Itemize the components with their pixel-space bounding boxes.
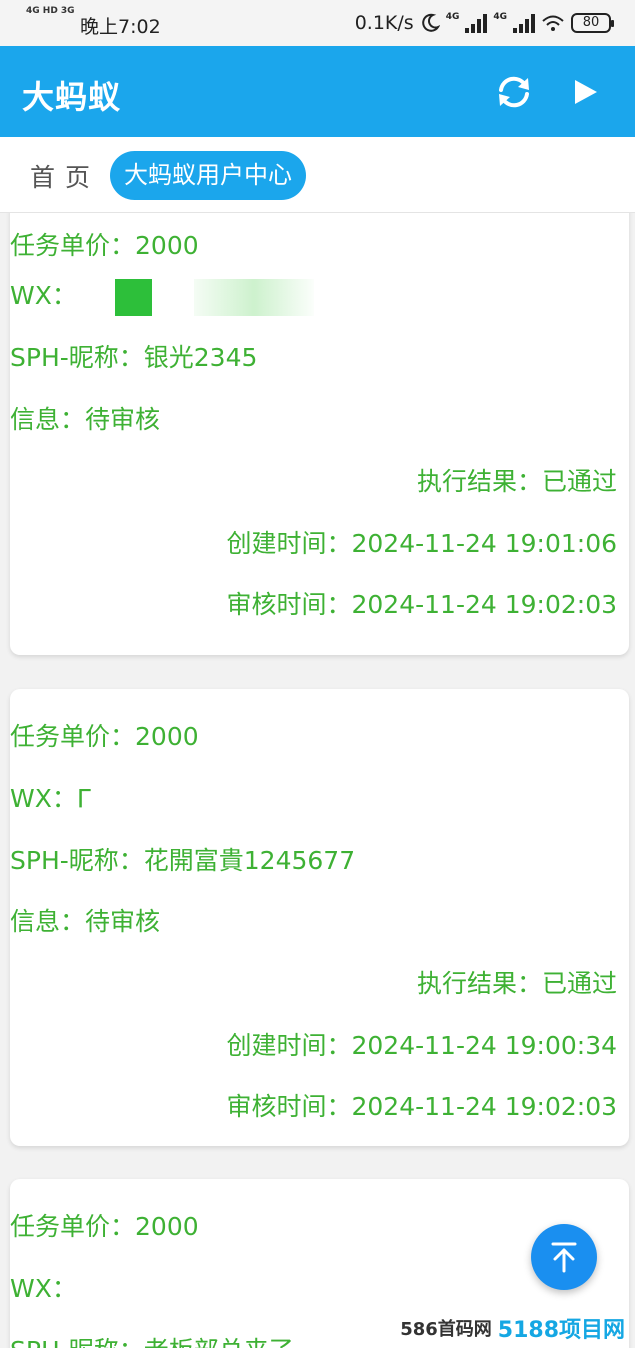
reviewed-row: 审核时间：2024-11-24 19:02:03 (226, 1087, 617, 1123)
info-row: 信息：待审核 (10, 902, 160, 938)
wx-row: WX：Γ (10, 779, 91, 815)
nickname-row: SPH-昵称：银光2345 (10, 338, 257, 374)
net-type-2: 4G (493, 12, 507, 22)
nickname-label: SPH-昵称： (10, 343, 144, 372)
price-label: 任务单价： (10, 1212, 136, 1241)
refresh-icon[interactable] (494, 72, 534, 112)
price-label: 任务单价： (10, 722, 136, 751)
signal-bars-1-icon (465, 13, 488, 33)
created-row: 创建时间：2024-11-24 19:01:06 (226, 524, 617, 560)
record-list[interactable]: 任务单价：2000 WX： SPH-昵称：银光2345 信息：待审核 执行结果：… (0, 213, 635, 1348)
result-row: 执行结果：已通过 (417, 462, 617, 498)
app-title: 大蚂蚁 (22, 78, 122, 116)
app-bar: 大蚂蚁 (0, 46, 635, 137)
wx-label: WX： (10, 1274, 77, 1303)
tab-bar: 首页 大蚂蚁用户中心 (0, 137, 635, 213)
status-right: 0.1K/s 4G 4G 80 (354, 12, 614, 34)
nickname-label: SPH-昵称： (10, 1336, 144, 1348)
watermark-small: 586首码网 (400, 1319, 492, 1340)
nickname-row: SPH-昵称：老板部总来了 (10, 1331, 294, 1348)
result-value: 已通过 (541, 969, 617, 998)
wx-label: WX： (10, 281, 77, 310)
info-row: 信息：待审核 (10, 400, 160, 436)
tab-home[interactable]: 首页 (30, 158, 100, 194)
result-label: 执行结果： (416, 969, 542, 998)
signal-small-text: 4G HD 3G (26, 6, 75, 16)
wx-row: WX： (10, 276, 314, 316)
status-time: 晚上7:02 (80, 16, 161, 38)
network-speed: 0.1K/s (354, 12, 414, 34)
tab-user-center[interactable]: 大蚂蚁用户中心 (110, 151, 306, 200)
watermark-big: 5188项目网 (497, 1318, 625, 1343)
info-label: 信息： (10, 907, 86, 936)
record-card: 任务单价：2000 WX：Γ SPH-昵称：花開富貴1245677 信息：待审核… (10, 689, 629, 1146)
watermark: 586首码网 5188项目网 (396, 1310, 629, 1346)
created-value: 2024-11-24 19:01:06 (351, 529, 617, 558)
price-value: 2000 (135, 231, 199, 260)
nickname-label: SPH-昵称： (10, 846, 144, 875)
record-card: 任务单价：2000 WX： SPH-昵称：银光2345 信息：待审核 执行结果：… (10, 213, 629, 655)
wx-label: WX： (10, 784, 77, 813)
nickname-row: SPH-昵称：花開富貴1245677 (10, 841, 355, 877)
created-value: 2024-11-24 19:00:34 (351, 1031, 617, 1060)
created-label: 创建时间： (226, 529, 352, 558)
wx-redacted-block (114, 278, 152, 316)
wx-redacted-blur (193, 278, 314, 316)
play-icon[interactable] (570, 76, 600, 108)
reviewed-label: 审核时间： (226, 590, 352, 619)
price-row: 任务单价：2000 (10, 717, 199, 753)
nickname-value: 老板部总来了 (144, 1336, 294, 1348)
info-value: 待审核 (85, 405, 161, 434)
result-row: 执行结果：已通过 (417, 964, 617, 1000)
signal-bars-2-icon (513, 13, 535, 33)
info-label: 信息： (10, 405, 86, 434)
price-value: 2000 (135, 722, 199, 751)
price-row: 任务单价：2000 (10, 226, 199, 262)
moon-icon (421, 13, 440, 32)
wx-value: Γ (76, 784, 91, 813)
result-value: 已通过 (541, 467, 617, 496)
signal-indicator: 4G HD 3G (26, 6, 75, 16)
wifi-icon (542, 15, 564, 31)
price-label: 任务单价： (10, 231, 136, 260)
net-type-1: 4G (445, 12, 460, 22)
reviewed-value: 2024-11-24 19:02:03 (351, 590, 617, 619)
scroll-top-button[interactable] (531, 1224, 597, 1290)
info-value: 待审核 (85, 907, 161, 936)
reviewed-value: 2024-11-24 19:02:03 (351, 1092, 617, 1121)
wx-row: WX： (10, 1269, 77, 1305)
nickname-value: 银光2345 (143, 343, 258, 372)
reviewed-label: 审核时间： (226, 1092, 352, 1121)
arrow-up-icon (551, 1242, 577, 1273)
battery-icon: 80 (571, 13, 614, 33)
nickname-value: 花開富貴1245677 (143, 846, 356, 875)
status-bar: 4G HD 3G 晚上7:02 0.1K/s 4G 4G 80 (0, 0, 635, 46)
reviewed-row: 审核时间：2024-11-24 19:02:03 (226, 585, 617, 621)
price-row: 任务单价：2000 (10, 1207, 199, 1243)
created-label: 创建时间： (226, 1031, 352, 1060)
result-label: 执行结果： (416, 467, 542, 496)
price-value: 2000 (135, 1212, 199, 1241)
created-row: 创建时间：2024-11-24 19:00:34 (226, 1026, 617, 1062)
